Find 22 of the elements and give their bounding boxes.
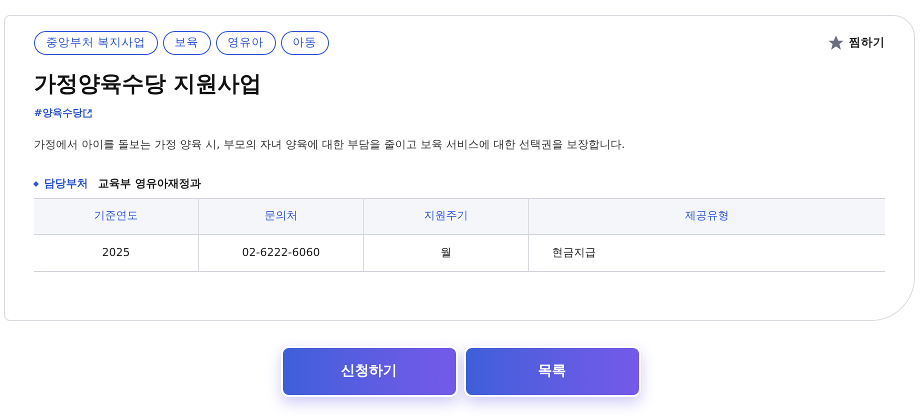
category-tag[interactable]: 보육 [162, 31, 211, 55]
department-value: 교육부 영유아재정과 [98, 176, 201, 192]
table-cell: 월 [364, 235, 529, 271]
description-text: 가정에서 아이를 돌보는 가정 양육 시, 부모의 자녀 양육에 대한 부담을 줄이고 보육 서비스에 대한 선택권을 보장합니다. [34, 137, 626, 153]
column-header: 문의처 [199, 199, 364, 234]
list-button[interactable]: 목록 [464, 346, 640, 397]
apply-button[interactable]: 신청하기 [280, 346, 458, 397]
table-cell: 02-6222-6060 [199, 235, 364, 271]
star-icon [827, 34, 845, 52]
bookmark-button[interactable]: 찜하기 [827, 34, 885, 52]
category-tag[interactable]: 영유아 [216, 31, 276, 55]
table-cell-text: 현금지급 [551, 244, 597, 261]
external-link-icon [83, 109, 92, 118]
table-cell: 2025 [34, 235, 199, 271]
hashtag-link[interactable]: #양육수당 [34, 106, 92, 121]
column-header: 제공유형 [684, 208, 730, 224]
page-title: 가정양육수당 지원사업 [34, 71, 263, 99]
column-header: 지원주기 [364, 199, 529, 234]
category-tag[interactable]: 중앙부처 복지사업 [34, 31, 158, 55]
category-tag[interactable]: 아동 [280, 31, 329, 55]
department-label: 담당부처 [34, 176, 88, 192]
column-header: 기준연도 [34, 199, 199, 234]
